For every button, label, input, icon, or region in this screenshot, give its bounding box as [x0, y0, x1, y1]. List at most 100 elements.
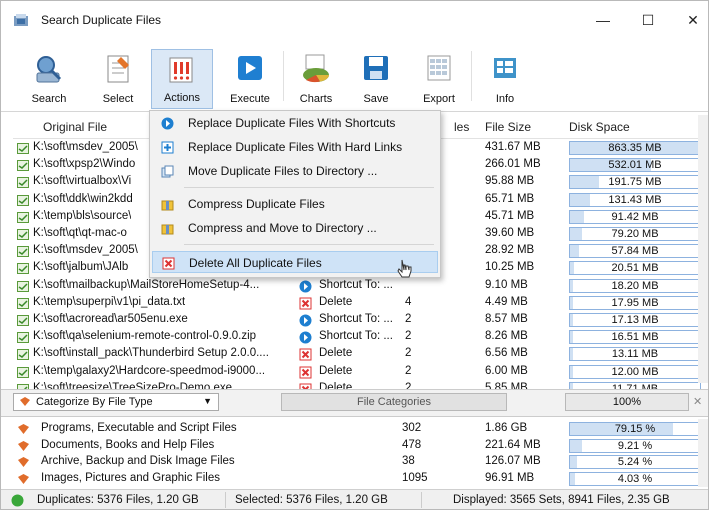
menu-item-move[interactable]: Move Duplicate Files to Directory ...: [152, 160, 438, 182]
category-select-value: Categorize By File Type: [36, 396, 153, 408]
category-icon: [18, 457, 29, 467]
table-row[interactable]: K:\temp\superpi\v1\pi_data.txt Delete 4 4.4…: [13, 295, 703, 312]
delete-icon: [299, 348, 312, 361]
category-select[interactable]: Categorize By File Type ▼: [13, 393, 219, 411]
row-size: 8.57 MB: [485, 313, 528, 325]
table-row[interactable]: K:\soft\qa\selenium-remote-control-0.9.0…: [13, 329, 703, 346]
save-icon: [364, 56, 388, 80]
file-path: K:\soft\mailbackup\MailStoreHomeSetup-4.…: [33, 278, 260, 291]
file-path: K:\soft\xpsp2\Windo: [33, 158, 136, 171]
file-path: K:\soft\acroread\ar505enu.exe: [33, 313, 188, 325]
row-action: Shortcut To: ...: [319, 330, 393, 343]
column-header-file[interactable]: Original File: [43, 115, 107, 139]
minimize-button[interactable]: —: [588, 9, 618, 31]
select-button[interactable]: Select: [93, 49, 143, 109]
category-percent-bar: 4.03 %: [569, 471, 701, 486]
category-count: 1095: [402, 471, 428, 484]
close-button[interactable]: ✕: [678, 9, 708, 31]
menu-item-delete-all[interactable]: Delete All Duplicate Files: [152, 251, 438, 273]
save-button[interactable]: Save: [351, 49, 401, 109]
category-row[interactable]: Archive, Backup and Disk Image Files 38 12…: [13, 454, 703, 471]
row-action: Delete: [319, 364, 353, 377]
category-row[interactable]: Documents, Books and Help Files 478 221.64…: [13, 438, 703, 455]
disk-space-value: 17.13 MB: [611, 314, 659, 326]
row-action: Shortcut To: ...: [319, 313, 393, 325]
disk-space-value: 532.01 MB: [608, 159, 662, 172]
category-icon: [20, 397, 30, 406]
menu-separator: [184, 244, 434, 245]
compress-move-icon: [161, 224, 174, 235]
search-button[interactable]: Search: [23, 49, 75, 109]
file-path: K:\soft\ddk\win2kdd: [33, 192, 133, 205]
category-row[interactable]: Images, Pictures and Graphic Files 1095 96…: [13, 471, 703, 488]
table-row[interactable]: K:\soft\mailbackup\MailStoreHomeSetup-4.…: [13, 278, 703, 295]
file-icon: [17, 211, 29, 223]
category-percent: 5.24 %: [617, 456, 653, 468]
status-duplicates: Duplicates: 5376 Files, 1.20 GB: [37, 494, 199, 506]
category-count: 38: [402, 455, 415, 467]
charts-button[interactable]: Charts: [291, 49, 341, 109]
disk-space-value: 863.35 MB: [608, 142, 662, 154]
actions-label: Actions: [163, 92, 201, 104]
close-panel-icon[interactable]: ✕: [693, 395, 705, 409]
execute-label: Execute: [230, 93, 270, 105]
table-row[interactable]: K:\soft\install_pack\Thunderbird Setup 2…: [13, 346, 703, 363]
actions-icon: [169, 57, 193, 83]
disk-space-value: 20.51 MB: [611, 262, 659, 275]
export-button[interactable]: Export: [413, 49, 465, 109]
category-percent: 4.03 %: [617, 472, 653, 485]
categories-list[interactable]: Programs, Executable and Script Files 302…: [13, 419, 708, 488]
actions-button[interactable]: Actions: [151, 49, 213, 109]
row-size: 95.88 MB: [485, 175, 535, 188]
chevron-down-icon: ▼: [203, 396, 212, 406]
select-label: Select: [102, 93, 134, 105]
row-action: Delete: [319, 347, 353, 360]
file-icon: [17, 246, 29, 258]
row-size: 6.56 MB: [485, 347, 528, 360]
categories-scrollbar[interactable]: [698, 419, 708, 487]
category-percent: 9.21 %: [617, 439, 653, 452]
info-button[interactable]: Info: [481, 49, 529, 109]
execute-icon: [238, 56, 262, 80]
table-row[interactable]: K:\soft\acroread\ar505enu.exe Shortcut To…: [13, 312, 703, 329]
move-icon: [161, 165, 174, 178]
file-icon: [17, 366, 29, 378]
table-row[interactable]: K:\temp\galaxy2\Hardcore-speedmod-i9000.…: [13, 364, 703, 381]
disk-space-value: 191.75 MB: [608, 176, 662, 189]
row-count: 2: [405, 347, 412, 360]
disk-space-bar: 17.95 MB: [569, 295, 701, 310]
file-icon: [17, 143, 29, 154]
execute-button[interactable]: Execute: [223, 49, 277, 109]
disk-space-bar: 532.01 MB: [569, 158, 701, 173]
grid-scrollbar[interactable]: [698, 115, 708, 383]
row-count: 4: [405, 295, 412, 308]
category-icon: [18, 473, 29, 484]
column-header-size[interactable]: File Size: [485, 115, 531, 139]
column-header-files[interactable]: les: [454, 115, 469, 139]
title-bar: Search Duplicate Files — ☐ ✕: [1, 1, 708, 39]
file-icon: [17, 297, 29, 309]
category-row[interactable]: Programs, Executable and Script Files 302…: [13, 421, 703, 438]
category-name: Programs, Executable and Script Files: [41, 422, 237, 434]
file-icon: [17, 349, 29, 361]
disk-space-value: 12.00 MB: [611, 365, 659, 378]
shortcut-icon: [161, 117, 174, 130]
file-categories-button[interactable]: File Categories: [281, 393, 507, 411]
select-icon: [107, 55, 129, 83]
column-header-disk[interactable]: Disk Space: [569, 115, 630, 139]
shortcut-icon: [299, 331, 312, 344]
shortcut-icon: [299, 314, 312, 327]
menu-item-replace-hard-links[interactable]: Replace Duplicate Files With Hard Links: [152, 136, 438, 158]
row-size: 6.00 MB: [485, 364, 528, 377]
disk-space-value: 57.84 MB: [611, 245, 659, 258]
row-size: 4.49 MB: [485, 295, 528, 308]
file-path: K:\soft\qa\selenium-remote-control-0.9.0…: [33, 330, 257, 343]
menu-item-replace-shortcuts[interactable]: Replace Duplicate Files With Shortcuts: [152, 112, 438, 134]
file-icon: [17, 194, 29, 206]
menu-item-compress[interactable]: Compress Duplicate Files: [152, 193, 438, 215]
maximize-button[interactable]: ☐: [633, 9, 663, 31]
menu-item-label: Move Duplicate Files to Directory ...: [188, 164, 378, 178]
disk-space-bar: 91.42 MB: [569, 209, 701, 224]
menu-item-compress-move[interactable]: Compress and Move to Directory ...: [152, 217, 438, 239]
file-icon: [17, 263, 29, 275]
